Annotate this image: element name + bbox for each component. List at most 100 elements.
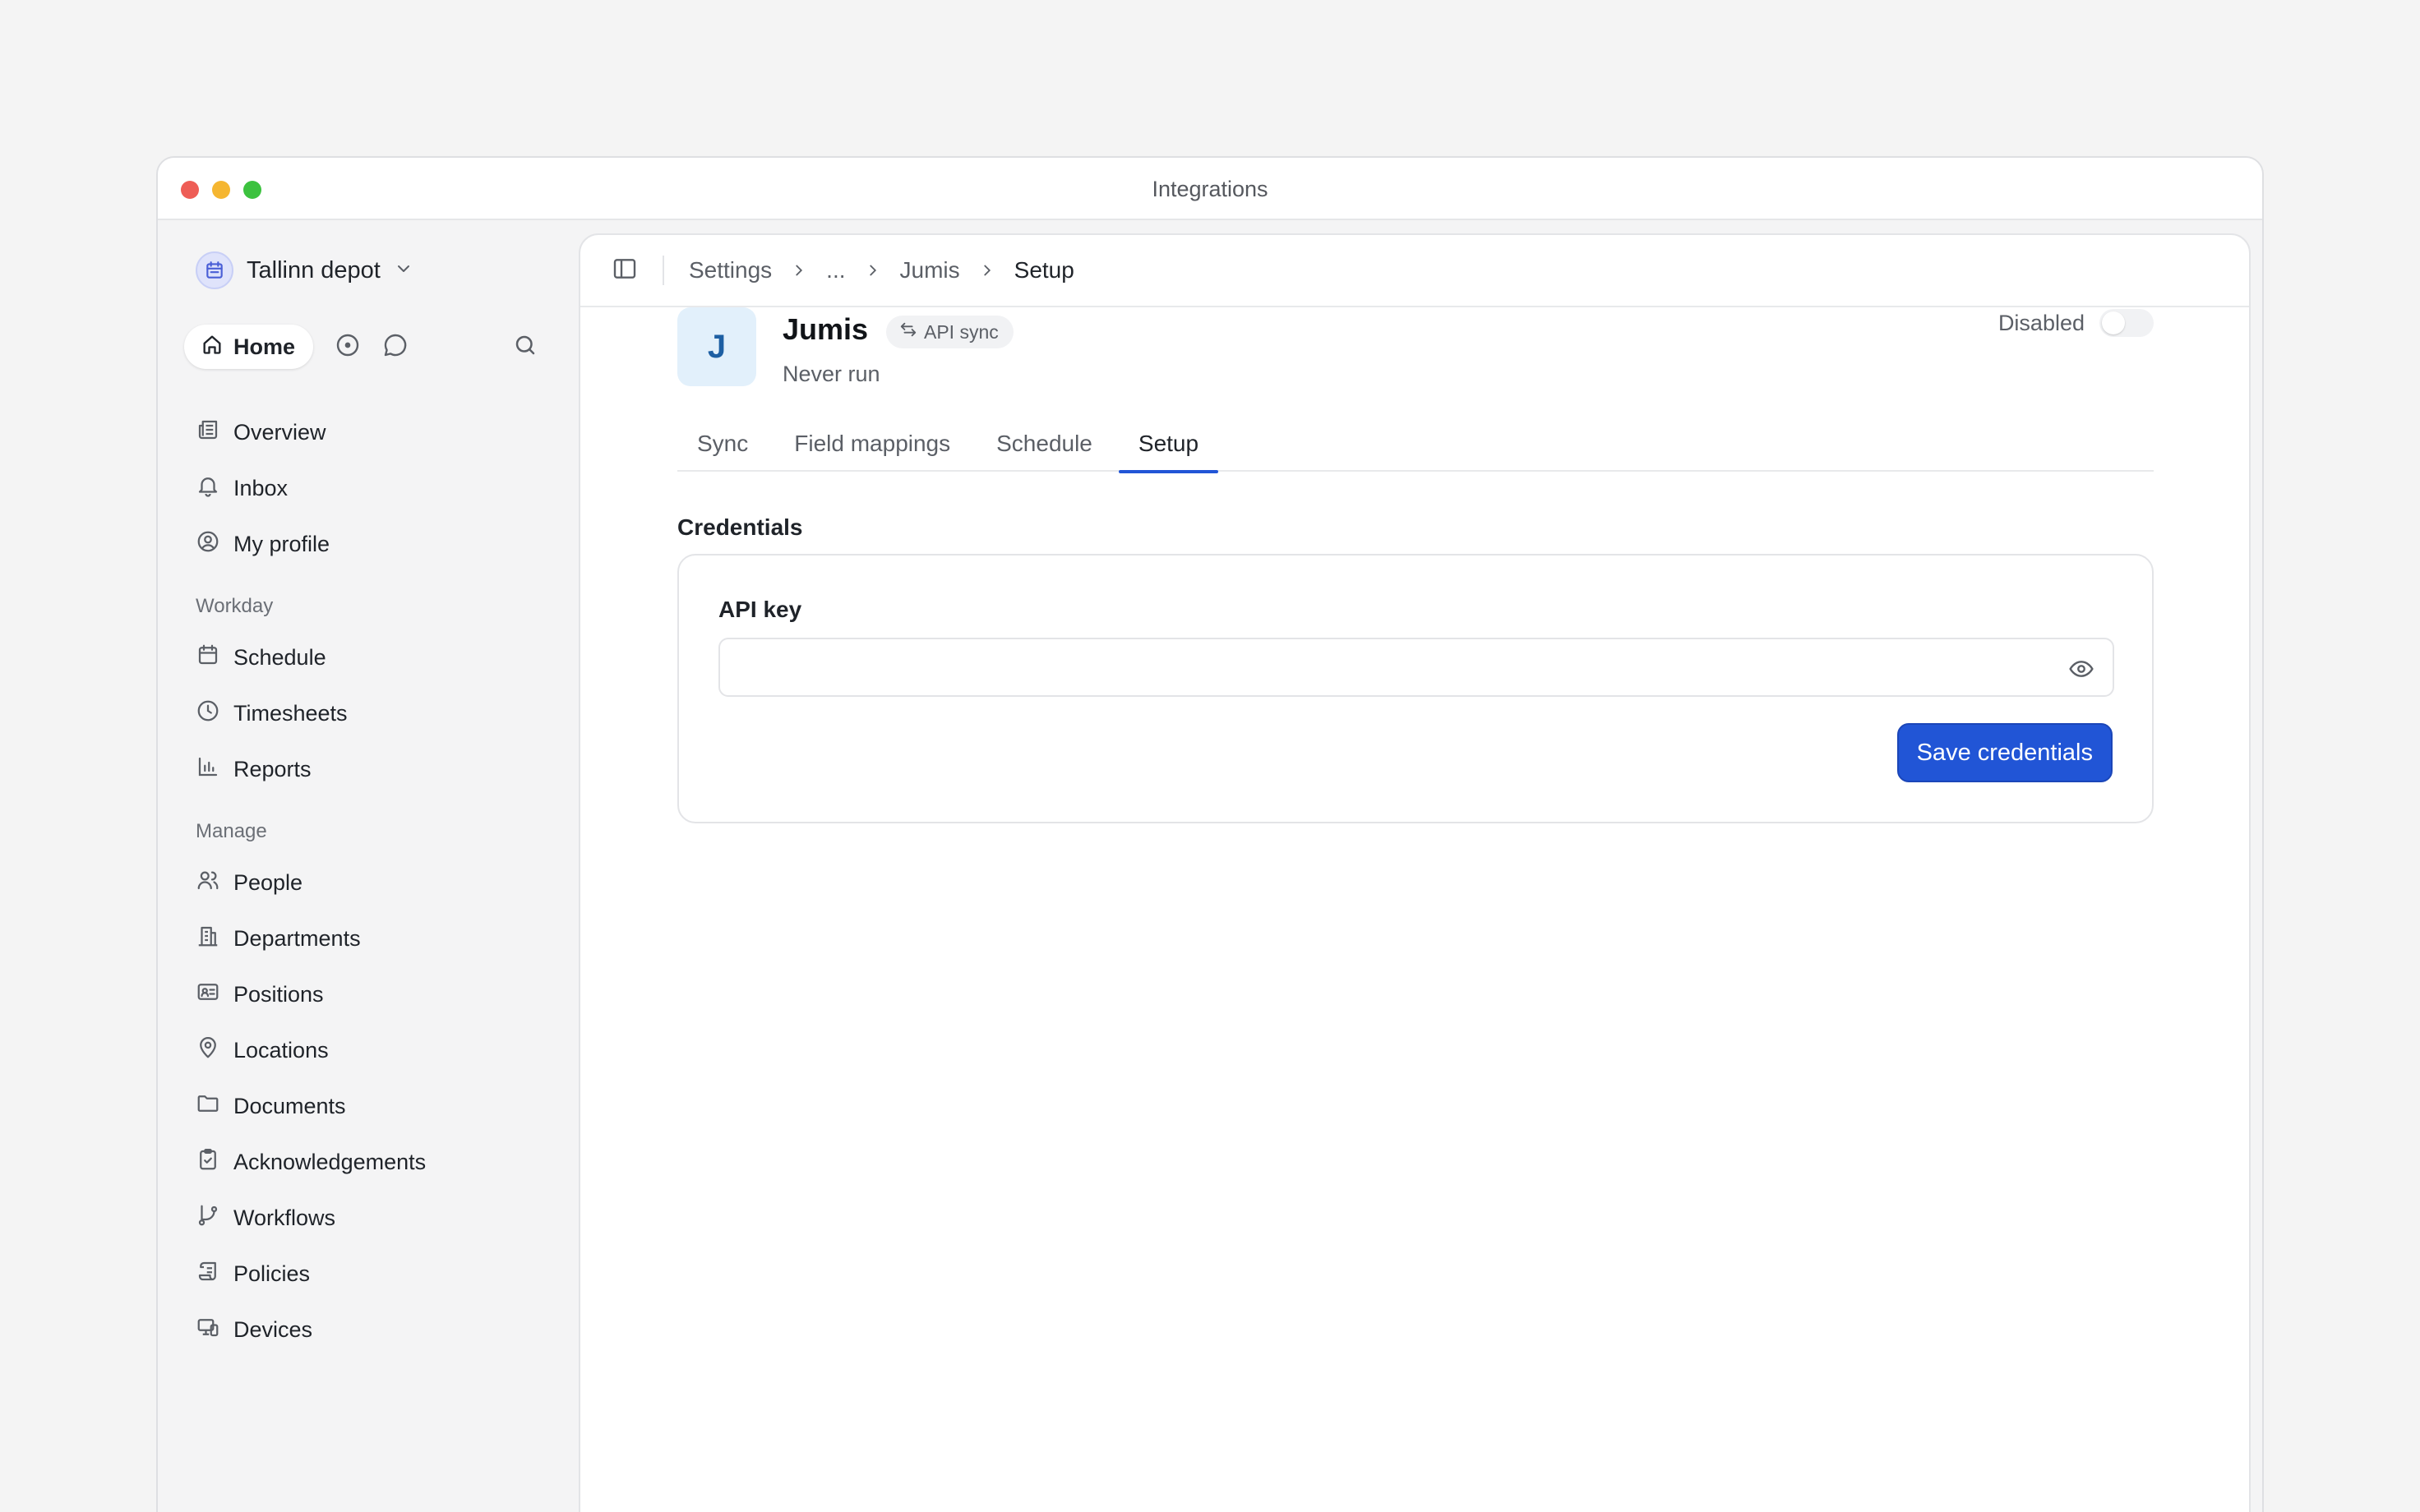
sidebar-item-label: Acknowledgements: [233, 1149, 427, 1174]
chevron-right-icon: [790, 261, 808, 279]
workspace-switcher[interactable]: Tallinn depot: [196, 251, 413, 289]
sidebar-item-label: Devices: [233, 1316, 313, 1342]
sidebar-item-acknowledgements[interactable]: Acknowledgements: [192, 1134, 554, 1190]
git-branch-icon: [196, 1203, 220, 1233]
workspace-logo-icon: [196, 251, 233, 289]
window-title: Integrations: [1152, 177, 1268, 201]
tab-field-mappings[interactable]: Field mappings: [774, 416, 970, 472]
sidebar-item-inbox[interactable]: Inbox: [192, 460, 554, 516]
sidebar-item-devices[interactable]: Devices: [192, 1302, 554, 1358]
credentials-card: API key Save credentials: [677, 554, 2154, 823]
sidebar-item-label: People: [233, 869, 303, 895]
sidebar-item-reports[interactable]: Reports: [192, 741, 554, 797]
sidebar-item-locations[interactable]: Locations: [192, 1022, 554, 1078]
messages-button[interactable]: [382, 332, 409, 362]
quick-actions: Home: [184, 324, 546, 370]
main-panel: Settings ... Jumis Setup J Jumis API syn…: [579, 233, 2251, 1512]
clock-icon: [196, 698, 220, 729]
user-circle-icon: [196, 529, 220, 560]
home-button[interactable]: Home: [184, 325, 314, 369]
sync-type-label: API sync: [924, 320, 999, 343]
sidebar-item-label: Locations: [233, 1037, 329, 1063]
breadcrumb-jumis[interactable]: Jumis: [900, 257, 960, 284]
enable-toggle-group: Disabled: [1998, 309, 2154, 337]
sidebar-item-documents[interactable]: Documents: [192, 1078, 554, 1134]
sidebar-item-overview[interactable]: Overview: [192, 404, 554, 460]
sidebar-item-schedule[interactable]: Schedule: [192, 629, 554, 685]
id-card-icon: [196, 980, 220, 1010]
search-icon: [513, 333, 538, 362]
activity-button[interactable]: [335, 332, 361, 362]
devices-icon: [196, 1315, 220, 1345]
toggle-knob: [2102, 311, 2125, 334]
sidebar-item-label: Workflows: [233, 1205, 336, 1230]
sidebar-item-label: Inbox: [233, 475, 289, 500]
sidebar-item-label: Departments: [233, 925, 361, 951]
tab-sync[interactable]: Sync: [677, 416, 768, 472]
api-key-label: API key: [718, 597, 802, 622]
title-bar: Integrations: [158, 158, 2262, 220]
sidebar-item-timesheets[interactable]: Timesheets: [192, 685, 554, 741]
breadcrumb-ellipsis[interactable]: ...: [826, 257, 845, 284]
nav-section-label: Workday: [196, 595, 274, 617]
integration-header: J Jumis API sync Never run Disabled: [677, 307, 2154, 431]
sidebar-item-departments[interactable]: Departments: [192, 910, 554, 966]
tab-schedule[interactable]: Schedule: [977, 416, 1112, 472]
tab-bar: Sync Field mappings Schedule Setup: [677, 416, 2154, 473]
sidebar-item-label: Positions: [233, 981, 324, 1007]
integration-avatar: J: [677, 307, 756, 386]
last-run-status: Never run: [783, 362, 880, 386]
sidebar: Tallinn depot Home Overview Inbox My pro…: [158, 222, 577, 1512]
sync-type-badge: API sync: [886, 316, 1014, 348]
circle-dot-icon: [335, 332, 361, 362]
chevron-right-icon: [978, 261, 996, 279]
calendar-icon: [196, 643, 220, 673]
tab-setup[interactable]: Setup: [1118, 416, 1219, 473]
sidebar-item-label: Overview: [233, 419, 326, 445]
home-label: Home: [233, 334, 296, 359]
sidebar-item-my-profile[interactable]: My profile: [192, 516, 554, 572]
sidebar-item-label: Reports: [233, 756, 312, 781]
bar-chart-icon: [196, 754, 220, 785]
sidebar-nav: Overview Inbox My profile Workday Schedu: [192, 404, 554, 1358]
arrows-swap-icon: [899, 320, 917, 343]
eye-icon: [2068, 656, 2094, 686]
sidebar-item-label: Timesheets: [233, 700, 348, 726]
folder-icon: [196, 1091, 220, 1122]
sidebar-item-label: Schedule: [233, 644, 326, 670]
sidebar-item-label: Documents: [233, 1093, 346, 1118]
sidebar-item-policies[interactable]: Policies: [192, 1246, 554, 1302]
map-pin-icon: [196, 1035, 220, 1066]
chat-bubble-icon: [382, 332, 409, 362]
app-window: Integrations Tallinn depot Home Overview…: [156, 156, 2264, 1512]
show-api-key-button[interactable]: [2068, 656, 2094, 686]
sidebar-item-label: Policies: [233, 1261, 311, 1286]
home-icon: [201, 333, 224, 362]
toggle-sidebar-button[interactable]: [612, 256, 638, 286]
newspaper-icon: [196, 417, 220, 448]
integration-content: J Jumis API sync Never run Disabled Sync…: [677, 307, 2154, 823]
sidebar-item-positions[interactable]: Positions: [192, 966, 554, 1022]
top-bar: Settings ... Jumis Setup: [580, 235, 2249, 307]
chevron-right-icon: [864, 261, 882, 279]
enable-toggle[interactable]: [2099, 309, 2154, 337]
sidebar-item-workflows[interactable]: Workflows: [192, 1190, 554, 1246]
nav-section-label: Manage: [196, 820, 267, 842]
api-key-input[interactable]: [720, 639, 2113, 695]
toolbar-divider: [663, 256, 664, 285]
toggle-label: Disabled: [1997, 310, 2085, 335]
breadcrumb-settings[interactable]: Settings: [689, 257, 772, 284]
bell-icon: [196, 473, 220, 504]
save-credentials-button[interactable]: Save credentials: [1896, 723, 2113, 782]
building-icon: [196, 924, 220, 954]
clipboard-check-icon: [196, 1147, 220, 1178]
search-button[interactable]: [513, 333, 538, 362]
scroll-icon: [196, 1259, 220, 1289]
sidebar-item-people[interactable]: People: [192, 855, 554, 910]
sidebar-item-label: My profile: [233, 531, 330, 556]
workspace-name: Tallinn depot: [247, 256, 381, 284]
credentials-heading: Credentials: [677, 514, 803, 540]
breadcrumb: Settings ... Jumis Setup: [689, 257, 1074, 284]
integration-name: Jumis: [783, 312, 869, 346]
api-key-field-wrapper: [718, 638, 2114, 697]
